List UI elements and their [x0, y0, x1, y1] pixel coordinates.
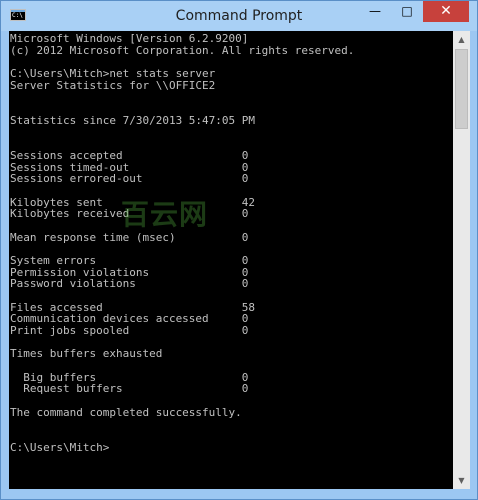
- console-line: Server Statistics for \\OFFICE2: [10, 79, 216, 92]
- scroll-up-icon[interactable]: ▲: [453, 31, 470, 48]
- command-prompt-window: Command Prompt — □ ✕ Microsoft Windows […: [0, 0, 478, 500]
- vertical-scrollbar[interactable]: ▲ ▼: [453, 31, 470, 489]
- close-button[interactable]: ✕: [423, 1, 469, 22]
- console-output[interactable]: Microsoft Windows [Version 6.2.9200] (c)…: [9, 31, 453, 489]
- console-line: Communication devices accessed 0: [10, 312, 249, 325]
- console-line: The command completed successfully.: [10, 406, 242, 419]
- scroll-thumb[interactable]: [455, 49, 468, 129]
- title-bar[interactable]: Command Prompt — □ ✕: [1, 1, 477, 31]
- console-line: Microsoft Windows [Version 6.2.9200]: [10, 32, 249, 45]
- console-line: Password violations 0: [10, 277, 249, 290]
- console-line: Mean response time (msec) 0: [10, 231, 249, 244]
- console-line: Print jobs spooled 0: [10, 324, 249, 337]
- console-line: C:\Users\Mitch>net stats server: [10, 67, 216, 80]
- console-line: Sessions accepted 0: [10, 149, 249, 162]
- maximize-button[interactable]: □: [393, 1, 421, 22]
- scroll-down-icon[interactable]: ▼: [453, 472, 470, 489]
- console-line: C:\Users\Mitch>: [10, 441, 110, 454]
- console-line: System errors 0: [10, 254, 249, 267]
- resize-grip[interactable]: [453, 489, 470, 499]
- console-line: Times buffers exhausted: [10, 347, 163, 360]
- minimize-button[interactable]: —: [361, 1, 389, 22]
- console-line: (c) 2012 Microsoft Corporation. All righ…: [10, 44, 355, 57]
- watermark: 百云网: [121, 198, 209, 231]
- console-line: Statistics since 7/30/2013 5:47:05 PM: [10, 114, 256, 127]
- console-line: Request buffers 0: [10, 382, 249, 395]
- console-line: Sessions errored-out 0: [10, 172, 249, 185]
